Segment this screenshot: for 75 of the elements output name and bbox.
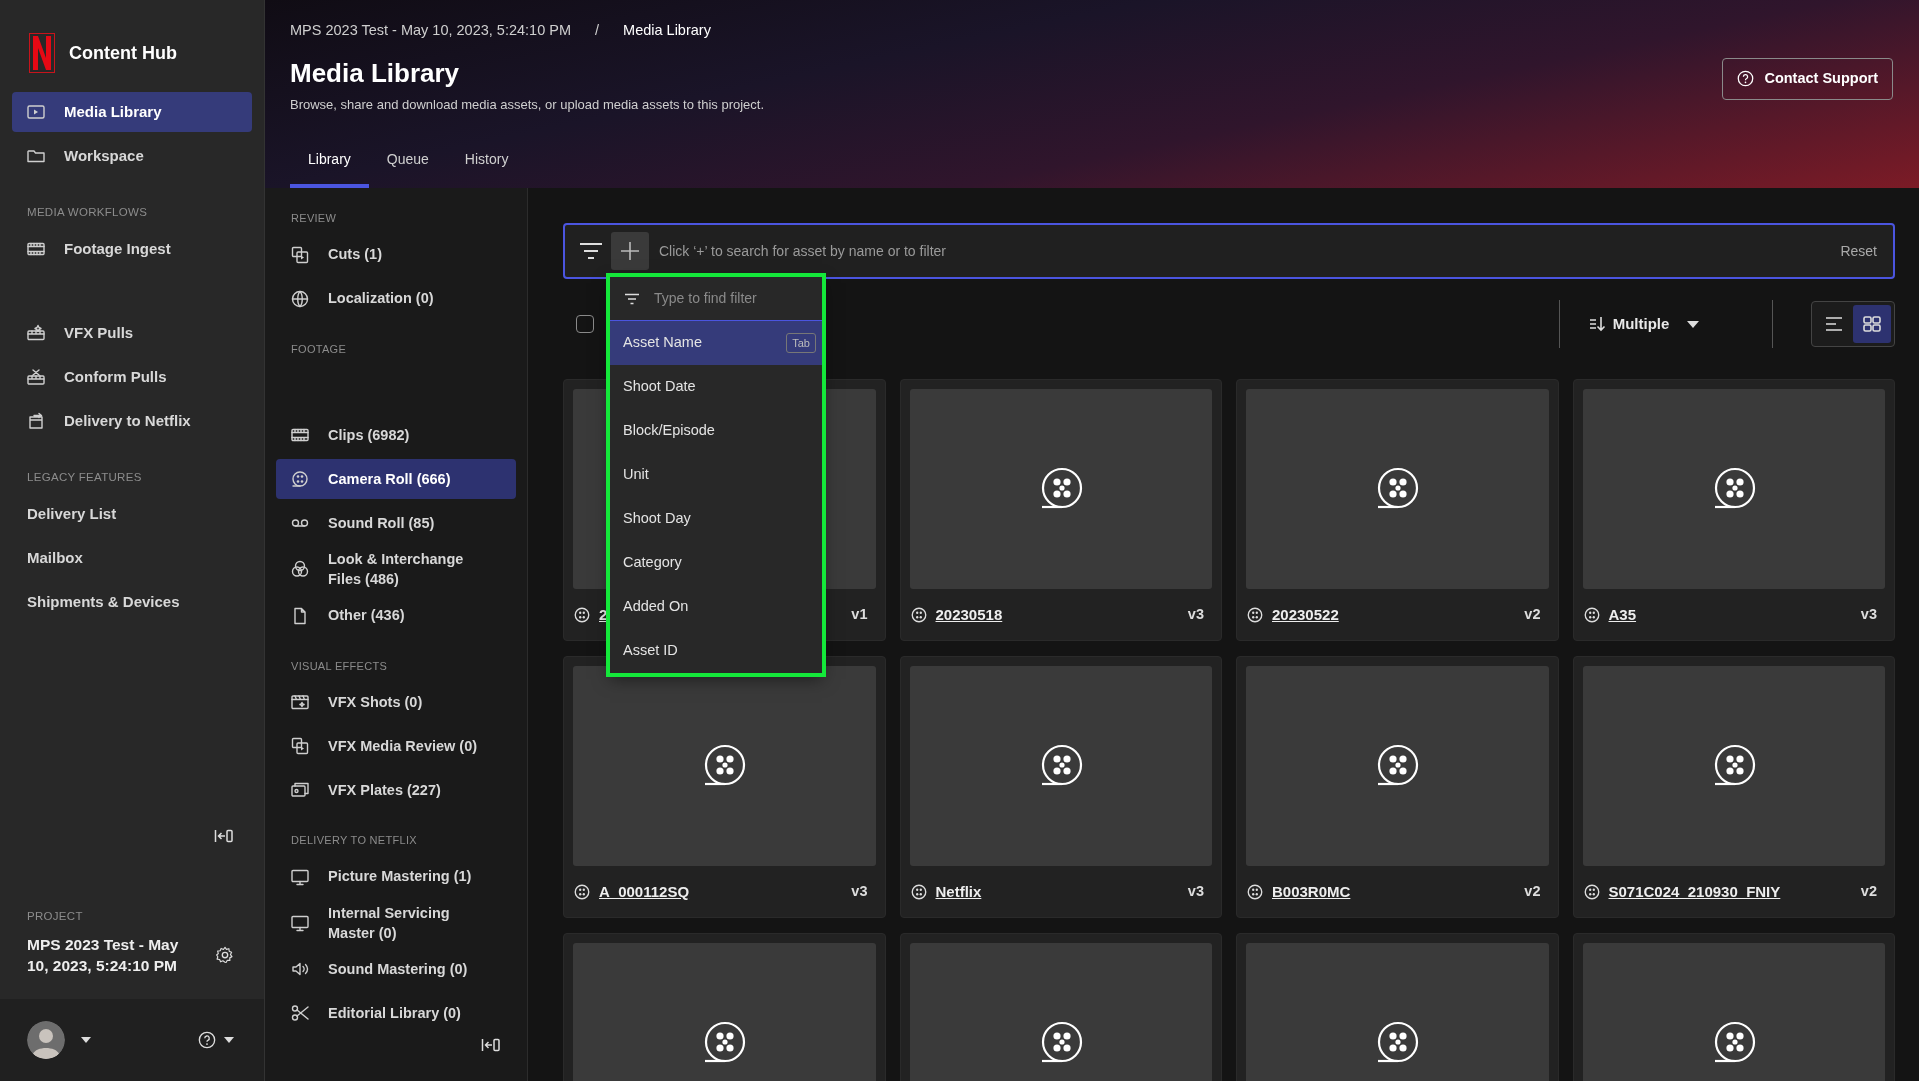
version-label: v3 <box>1187 605 1204 625</box>
category-item[interactable]: VFX Media Review (0) <box>276 726 516 767</box>
version-label: v2 <box>1860 882 1877 902</box>
app-title: Content Hub <box>69 41 177 65</box>
tab[interactable]: History <box>446 139 527 188</box>
category-item[interactable]: VFX Shots (0) <box>276 682 516 723</box>
asset-card[interactable]: A_000112SQ v3 <box>563 656 886 918</box>
category-item[interactable]: Localization (0) <box>276 278 516 319</box>
filter-search-field[interactable]: Type to find filter <box>652 287 792 310</box>
breadcrumb-link[interactable]: Media Library <box>623 20 711 42</box>
asset-card[interactable]: A35 v3 <box>1572 379 1895 641</box>
version-label: v3 <box>851 882 868 902</box>
search-field[interactable]: Click ‘+’ to search for asset by name or to filter <box>657 239 1827 263</box>
nav-item[interactable]: Delivery List <box>12 494 252 535</box>
nav-item[interactable]: Delivery to Netflix <box>12 401 252 442</box>
section-heading: REVIEW <box>290 211 338 226</box>
breadcrumb-separator: / <box>595 21 600 40</box>
filter-option[interactable]: Shoot Date <box>610 365 822 409</box>
sort-button[interactable]: Multiple <box>1560 312 1772 336</box>
nav-item[interactable]: Shipments & Devices <box>12 582 252 623</box>
nav-item[interactable]: VFX Pulls <box>12 313 252 354</box>
version-label: v1 <box>851 605 868 625</box>
version-label: v2 <box>1524 605 1541 625</box>
category-item[interactable]: Cuts (1) <box>276 234 516 275</box>
asset-card[interactable]: B003R0MC v2 <box>1236 656 1559 918</box>
key-hint: Tab <box>786 332 816 354</box>
nav-item[interactable]: Footage Ingest <box>12 229 252 270</box>
category-item[interactable]: Look & Interchange Files (486) <box>276 547 516 592</box>
filter-option[interactable]: Shoot Day <box>610 497 822 541</box>
asset-name-link[interactable]: Netflix <box>935 880 982 904</box>
category-item[interactable]: Sound Mastering (0) <box>276 949 516 990</box>
category-item[interactable]: Internal Servicing Master (0) <box>276 900 516 946</box>
nav-item[interactable]: Workspace <box>12 136 252 176</box>
nav-item[interactable]: Mailbox <box>12 538 252 579</box>
asset-name-link[interactable]: 20230518 <box>935 603 1003 627</box>
page-subtitle: Browse, share and download media assets, or upload media assets to this project. <box>290 95 765 114</box>
asset-name-link[interactable]: B003R0MC <box>1272 880 1351 904</box>
section-heading: DELIVERY TO NETFLIX <box>290 833 418 849</box>
project-name: MPS 2023 Test - May 10, 2023, 5:24:10 PM <box>26 934 180 977</box>
section-heading: LEGACY FEATURES <box>26 470 143 486</box>
filter-option[interactable]: Unit <box>610 453 822 497</box>
filter-option[interactable]: Block/Episode <box>610 409 822 453</box>
category-item[interactable]: Sound Roll (85) <box>276 503 516 543</box>
page-title: Media Library <box>290 57 461 89</box>
section-heading: PROJECT <box>26 909 84 925</box>
version-label: v3 <box>1860 605 1877 625</box>
reset-button[interactable]: Reset <box>1834 239 1883 263</box>
tab[interactable]: Queue <box>368 139 447 188</box>
category-item[interactable]: VFX Plates (227) <box>276 770 516 811</box>
section-heading: VISUAL EFFECTS <box>290 658 389 674</box>
category-item[interactable]: Camera Roll (666) <box>276 459 516 499</box>
category-item[interactable]: Other (436) <box>276 595 516 636</box>
section-heading: MEDIA WORKFLOWS <box>26 205 149 220</box>
category-item[interactable]: Editorial Library (0) <box>276 993 516 1034</box>
asset-name-link[interactable]: S071C024_210930_FNIY <box>1608 880 1781 904</box>
asset-card[interactable]: 20230518 v3 <box>899 379 1222 641</box>
search-bar[interactable]: Click ‘+’ to search for asset by name or to filter Reset <box>563 223 1895 279</box>
category-item[interactable]: Clips (6982) <box>276 415 516 455</box>
contact-support-button[interactable]: Contact Support <box>1722 57 1893 100</box>
version-label: v3 <box>1187 882 1204 902</box>
filter-option[interactable]: Category <box>610 541 822 585</box>
asset-card[interactable]: S071C024_210930_FNIY v2 <box>1572 656 1895 918</box>
nav-item[interactable]: Media Library <box>12 92 252 132</box>
filter-option[interactable]: Asset Name Tab <box>610 321 822 365</box>
filter-option[interactable]: Added On <box>610 585 822 629</box>
asset-card[interactable]: Netflix v3 <box>899 656 1222 918</box>
breadcrumb-link[interactable]: MPS 2023 Test - May 10, 2023, 5:24:10 PM <box>290 20 572 42</box>
nav-item[interactable]: Conform Pulls <box>12 357 252 398</box>
asset-name-link[interactable]: 20230522 <box>1272 603 1339 627</box>
section-heading: FOOTAGE <box>290 341 348 357</box>
asset-card[interactable]: 20230522 v2 <box>1236 379 1559 641</box>
category-item[interactable]: Picture Mastering (1) <box>276 856 516 897</box>
asset-name-link[interactable]: A_000112SQ <box>599 880 690 904</box>
version-label: v2 <box>1524 882 1541 902</box>
asset-name-link[interactable]: A35 <box>1608 603 1637 627</box>
